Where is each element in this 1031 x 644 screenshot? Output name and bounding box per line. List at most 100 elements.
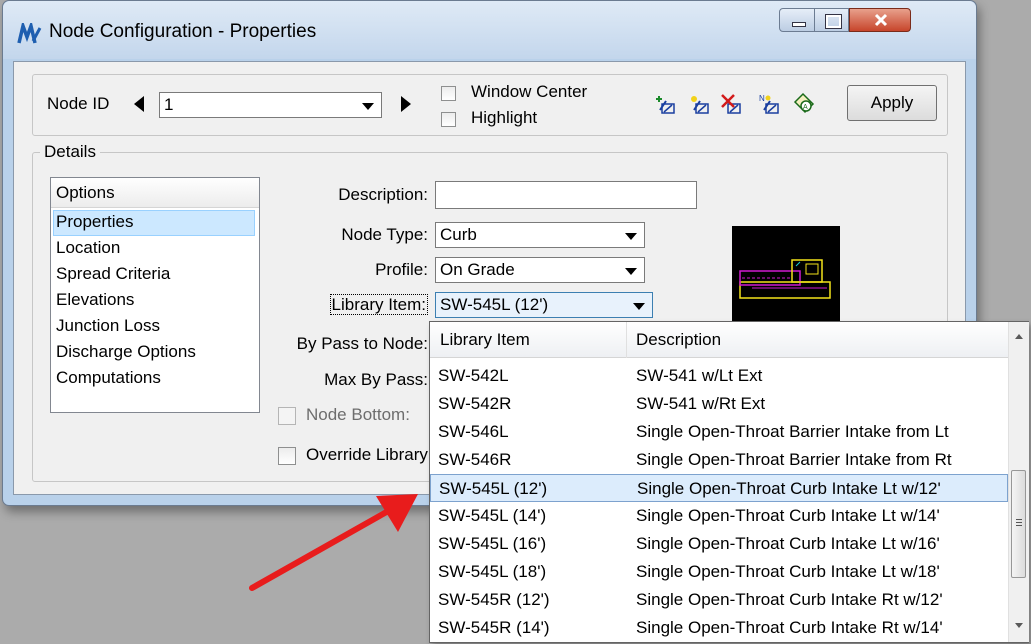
option-elevations[interactable]: Elevations (56, 287, 134, 313)
new-node-icon[interactable] (687, 92, 713, 118)
library-item-value: SW-545L (12') (440, 295, 549, 314)
row-library-item: SW-542R (438, 394, 512, 413)
row-description: Single Open-Throat Curb Intake Rt w/12' (636, 590, 943, 609)
close-icon (874, 13, 888, 27)
chevron-down-icon (625, 268, 637, 275)
row-description: SW-541 w/Lt Ext (636, 366, 763, 385)
row-library-item: SW-545L (18') (438, 562, 547, 581)
highlight-label: Highlight (471, 108, 538, 127)
minimize-button[interactable] (779, 8, 815, 32)
scrollbar-thumb[interactable] (1011, 470, 1026, 578)
option-junction-loss[interactable]: Junction Loss (56, 313, 160, 339)
option-properties[interactable]: Properties (56, 209, 133, 235)
dropdown-row[interactable]: SW-545L (12') Single Open-Throat Curb Int… (430, 474, 1008, 502)
dropdown-row[interactable]: SW-542L SW-541 w/Lt Ext (430, 362, 1008, 390)
profile-value: On Grade (440, 260, 515, 279)
maximize-icon (825, 14, 842, 29)
scroll-up-icon[interactable] (1014, 332, 1024, 340)
node-type-value: Curb (440, 225, 477, 244)
locate-node-icon[interactable]: A (791, 90, 817, 116)
dropdown-row[interactable]: SW-546R Single Open-Throat Barrier Intake… (430, 446, 1008, 474)
row-library-item: SW-545R (14') (438, 618, 550, 637)
grip-icon (1016, 519, 1022, 520)
override-library-label: Override Library (306, 445, 428, 464)
dropdown-row[interactable]: SW-546L Single Open-Throat Barrier Intake… (430, 418, 1008, 446)
chevron-down-icon (625, 233, 637, 240)
profile-label: Profile: (375, 260, 428, 279)
option-spread-criteria[interactable]: Spread Criteria (56, 261, 170, 287)
row-description: Single Open-Throat Curb Intake Rt w/14' (636, 618, 943, 637)
description-input[interactable] (435, 181, 697, 209)
header-divider (626, 322, 627, 358)
dropdown-row[interactable]: SW-545L (14') Single Open-Throat Curb Int… (430, 502, 1008, 530)
library-item-dropdown-list[interactable]: Library Item Description SW-542L SW-541 w… (429, 321, 1029, 643)
override-library-checkbox[interactable] (278, 447, 296, 465)
header-description: Description (636, 330, 722, 349)
max-bypass-label: Max By Pass: (324, 370, 428, 389)
svg-text:N: N (759, 94, 765, 103)
chevron-down-icon (362, 103, 374, 110)
option-location[interactable]: Location (56, 235, 120, 261)
details-legend: Details (40, 142, 100, 162)
dropdown-row[interactable]: SW-545R (14') Single Open-Throat Curb Int… (430, 614, 1008, 642)
row-description: Single Open-Throat Curb Intake Lt w/14' (636, 506, 940, 525)
node-type-label: Node Type: (341, 225, 428, 244)
bypass-to-node-label: By Pass to Node: (296, 334, 428, 353)
row-description: Single Open-Throat Barrier Intake from R… (636, 450, 952, 469)
inlet-preview-image (732, 226, 840, 334)
chevron-down-icon (633, 303, 645, 310)
row-description: Single Open-Throat Curb Intake Lt w/16' (636, 534, 940, 553)
library-item-label-text: Library Item: (329, 294, 428, 315)
row-library-item: SW-545L (12') (439, 479, 548, 498)
apply-button[interactable]: Apply (847, 85, 937, 121)
scroll-down-icon[interactable] (1014, 622, 1024, 630)
window-title: Node Configuration - Properties (49, 21, 317, 42)
title-bar[interactable]: Node Configuration - Properties (3, 1, 976, 59)
row-library-item: SW-546L (438, 422, 509, 441)
minimize-icon (792, 22, 806, 27)
svg-text:A: A (803, 104, 808, 111)
dropdown-row[interactable]: SW-545L (16') Single Open-Throat Curb Int… (430, 530, 1008, 558)
dropdown-scrollbar[interactable] (1008, 322, 1029, 642)
row-library-item: SW-545L (16') (438, 534, 547, 553)
options-list[interactable]: Options Properties Location Spread Crite… (50, 177, 260, 413)
add-node-icon[interactable] (653, 92, 679, 118)
profile-combo[interactable]: On Grade (435, 257, 645, 283)
option-computations[interactable]: Computations (56, 365, 161, 391)
dropdown-row[interactable]: SW-545R (12') Single Open-Throat Curb Int… (430, 586, 1008, 614)
highlight-checkbox[interactable] (441, 112, 456, 127)
node-navigation-group: Node ID 1 Window Center Highlight N A Ap… (32, 74, 948, 136)
row-description: SW-541 w/Rt Ext (636, 394, 766, 413)
row-library-item: SW-546R (438, 450, 512, 469)
library-item-label: Library Item: (254, 294, 428, 315)
dropdown-row[interactable]: SW-545L (18') Single Open-Throat Curb Int… (430, 558, 1008, 586)
dropdown-header: Library Item Description (430, 322, 1008, 358)
row-library-item: SW-542L (438, 366, 509, 385)
window-center-label: Window Center (471, 82, 588, 101)
row-library-item: SW-545R (12') (438, 590, 550, 609)
options-list-header: Options (51, 178, 259, 208)
header-library-item: Library Item (440, 330, 530, 349)
row-description: Single Open-Throat Curb Intake Lt w/18' (636, 562, 940, 581)
rename-node-icon[interactable]: N (757, 92, 783, 118)
dropdown-row[interactable]: SW-542R SW-541 w/Rt Ext (430, 390, 1008, 418)
close-button[interactable] (849, 8, 911, 32)
node-id-combo[interactable]: 1 (159, 92, 382, 118)
node-id-label: Node ID (47, 94, 110, 113)
previous-node-button[interactable] (134, 96, 144, 112)
annotation-arrow (249, 494, 418, 591)
node-bottom-label: Node Bottom: (306, 405, 410, 424)
option-discharge-options[interactable]: Discharge Options (56, 339, 196, 365)
library-item-combo[interactable]: SW-545L (12') (435, 292, 653, 318)
maximize-button[interactable] (814, 8, 849, 32)
app-logo-icon (17, 23, 42, 44)
window-center-checkbox[interactable] (441, 86, 456, 101)
row-description: Single Open-Throat Curb Intake Lt w/12' (637, 479, 941, 498)
row-description: Single Open-Throat Barrier Intake from L… (636, 422, 949, 441)
node-bottom-checkbox[interactable] (278, 407, 296, 425)
row-library-item: SW-545L (14') (438, 506, 547, 525)
description-label: Description: (338, 185, 428, 204)
delete-node-icon[interactable] (719, 92, 745, 118)
next-node-button[interactable] (401, 96, 411, 112)
node-type-combo[interactable]: Curb (435, 222, 645, 248)
